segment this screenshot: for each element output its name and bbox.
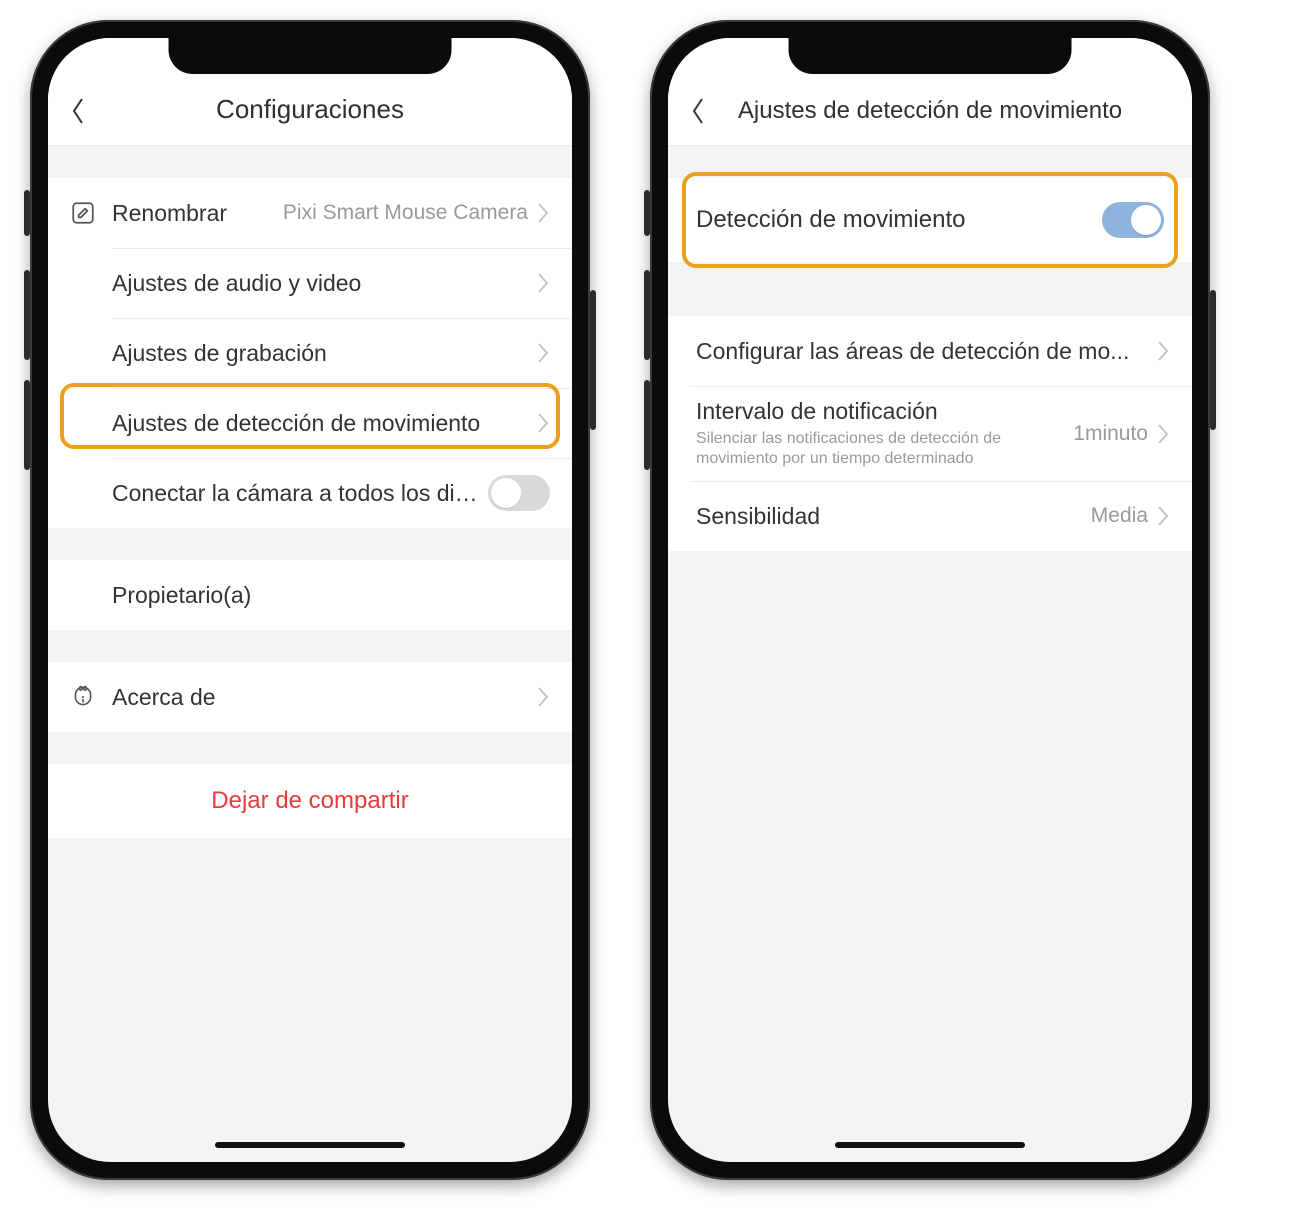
chevron-right-icon xyxy=(536,686,550,708)
row-connect-all-devices[interactable]: Conectar la cámara a todos los dispo... xyxy=(48,458,572,528)
row-owner[interactable]: Propietario(a) xyxy=(48,560,572,630)
row-notification-interval[interactable]: Intervalo de notificación Silenciar las … xyxy=(668,386,1192,481)
row-label: Renombrar xyxy=(112,200,283,227)
row-label: Conectar la cámara a todos los dispo... xyxy=(112,480,488,507)
stop-sharing-button[interactable]: Dejar de compartir xyxy=(48,764,572,838)
chevron-right-icon xyxy=(1156,505,1170,527)
phone-frame-left: Configuraciones Renombrar Pixi Smart Mou… xyxy=(30,20,590,1180)
row-value: 1minuto xyxy=(1073,422,1148,446)
row-motion-settings[interactable]: Ajustes de detección de movimiento xyxy=(48,388,572,458)
back-button[interactable] xyxy=(690,97,706,125)
info-icon xyxy=(70,684,112,710)
chevron-right-icon xyxy=(536,412,550,434)
row-value: Media xyxy=(1091,504,1148,528)
toggle-motion-detection[interactable] xyxy=(1102,202,1164,238)
notch-icon xyxy=(789,38,1072,74)
home-indicator-icon xyxy=(215,1142,405,1148)
row-label: Sensibilidad xyxy=(696,503,1091,530)
screen-left: Configuraciones Renombrar Pixi Smart Mou… xyxy=(48,38,572,1162)
notch-icon xyxy=(169,38,452,74)
row-rename[interactable]: Renombrar Pixi Smart Mouse Camera xyxy=(48,178,572,248)
row-detection-areas[interactable]: Configurar las áreas de detección de mo.… xyxy=(668,316,1192,386)
row-label: Acerca de xyxy=(112,684,536,711)
screen-right: Ajustes de detección de movimiento Detec… xyxy=(668,38,1192,1162)
row-label: Configurar las áreas de detección de mo.… xyxy=(696,338,1156,365)
row-recording-settings[interactable]: Ajustes de grabación xyxy=(48,318,572,388)
row-label: Ajustes de grabación xyxy=(112,340,536,367)
toggle-connect-all[interactable] xyxy=(488,475,550,511)
row-subtitle: Silenciar las notificaciones de detecció… xyxy=(696,429,1073,469)
row-value: Pixi Smart Mouse Camera xyxy=(283,201,528,225)
row-label: Detección de movimiento xyxy=(696,206,1102,234)
page-title: Configuraciones xyxy=(216,94,404,125)
edit-icon xyxy=(70,200,112,226)
stop-sharing-label: Dejar de compartir xyxy=(211,787,408,815)
side-button-icon xyxy=(1210,290,1216,430)
chevron-right-icon xyxy=(536,272,550,294)
back-button[interactable] xyxy=(70,97,86,125)
phone-frame-right: Ajustes de detección de movimiento Detec… xyxy=(650,20,1210,1180)
chevron-left-icon xyxy=(690,97,706,125)
chevron-right-icon xyxy=(1156,340,1170,362)
page-title: Ajustes de detección de movimiento xyxy=(738,97,1122,125)
row-motion-detection[interactable]: Detección de movimiento xyxy=(668,178,1192,262)
row-label: Ajustes de audio y video xyxy=(112,270,536,297)
home-indicator-icon xyxy=(835,1142,1025,1148)
row-about[interactable]: Acerca de xyxy=(48,662,572,732)
chevron-right-icon xyxy=(1156,423,1170,445)
row-label: Ajustes de detección de movimiento xyxy=(112,410,536,437)
chevron-right-icon xyxy=(536,342,550,364)
chevron-left-icon xyxy=(70,97,86,125)
row-sensitivity[interactable]: Sensibilidad Media xyxy=(668,481,1192,551)
side-button-icon xyxy=(590,290,596,430)
row-label: Intervalo de notificación xyxy=(696,398,1073,425)
chevron-right-icon xyxy=(536,202,550,224)
row-label: Propietario(a) xyxy=(112,582,550,609)
row-av-settings[interactable]: Ajustes de audio y video xyxy=(48,248,572,318)
